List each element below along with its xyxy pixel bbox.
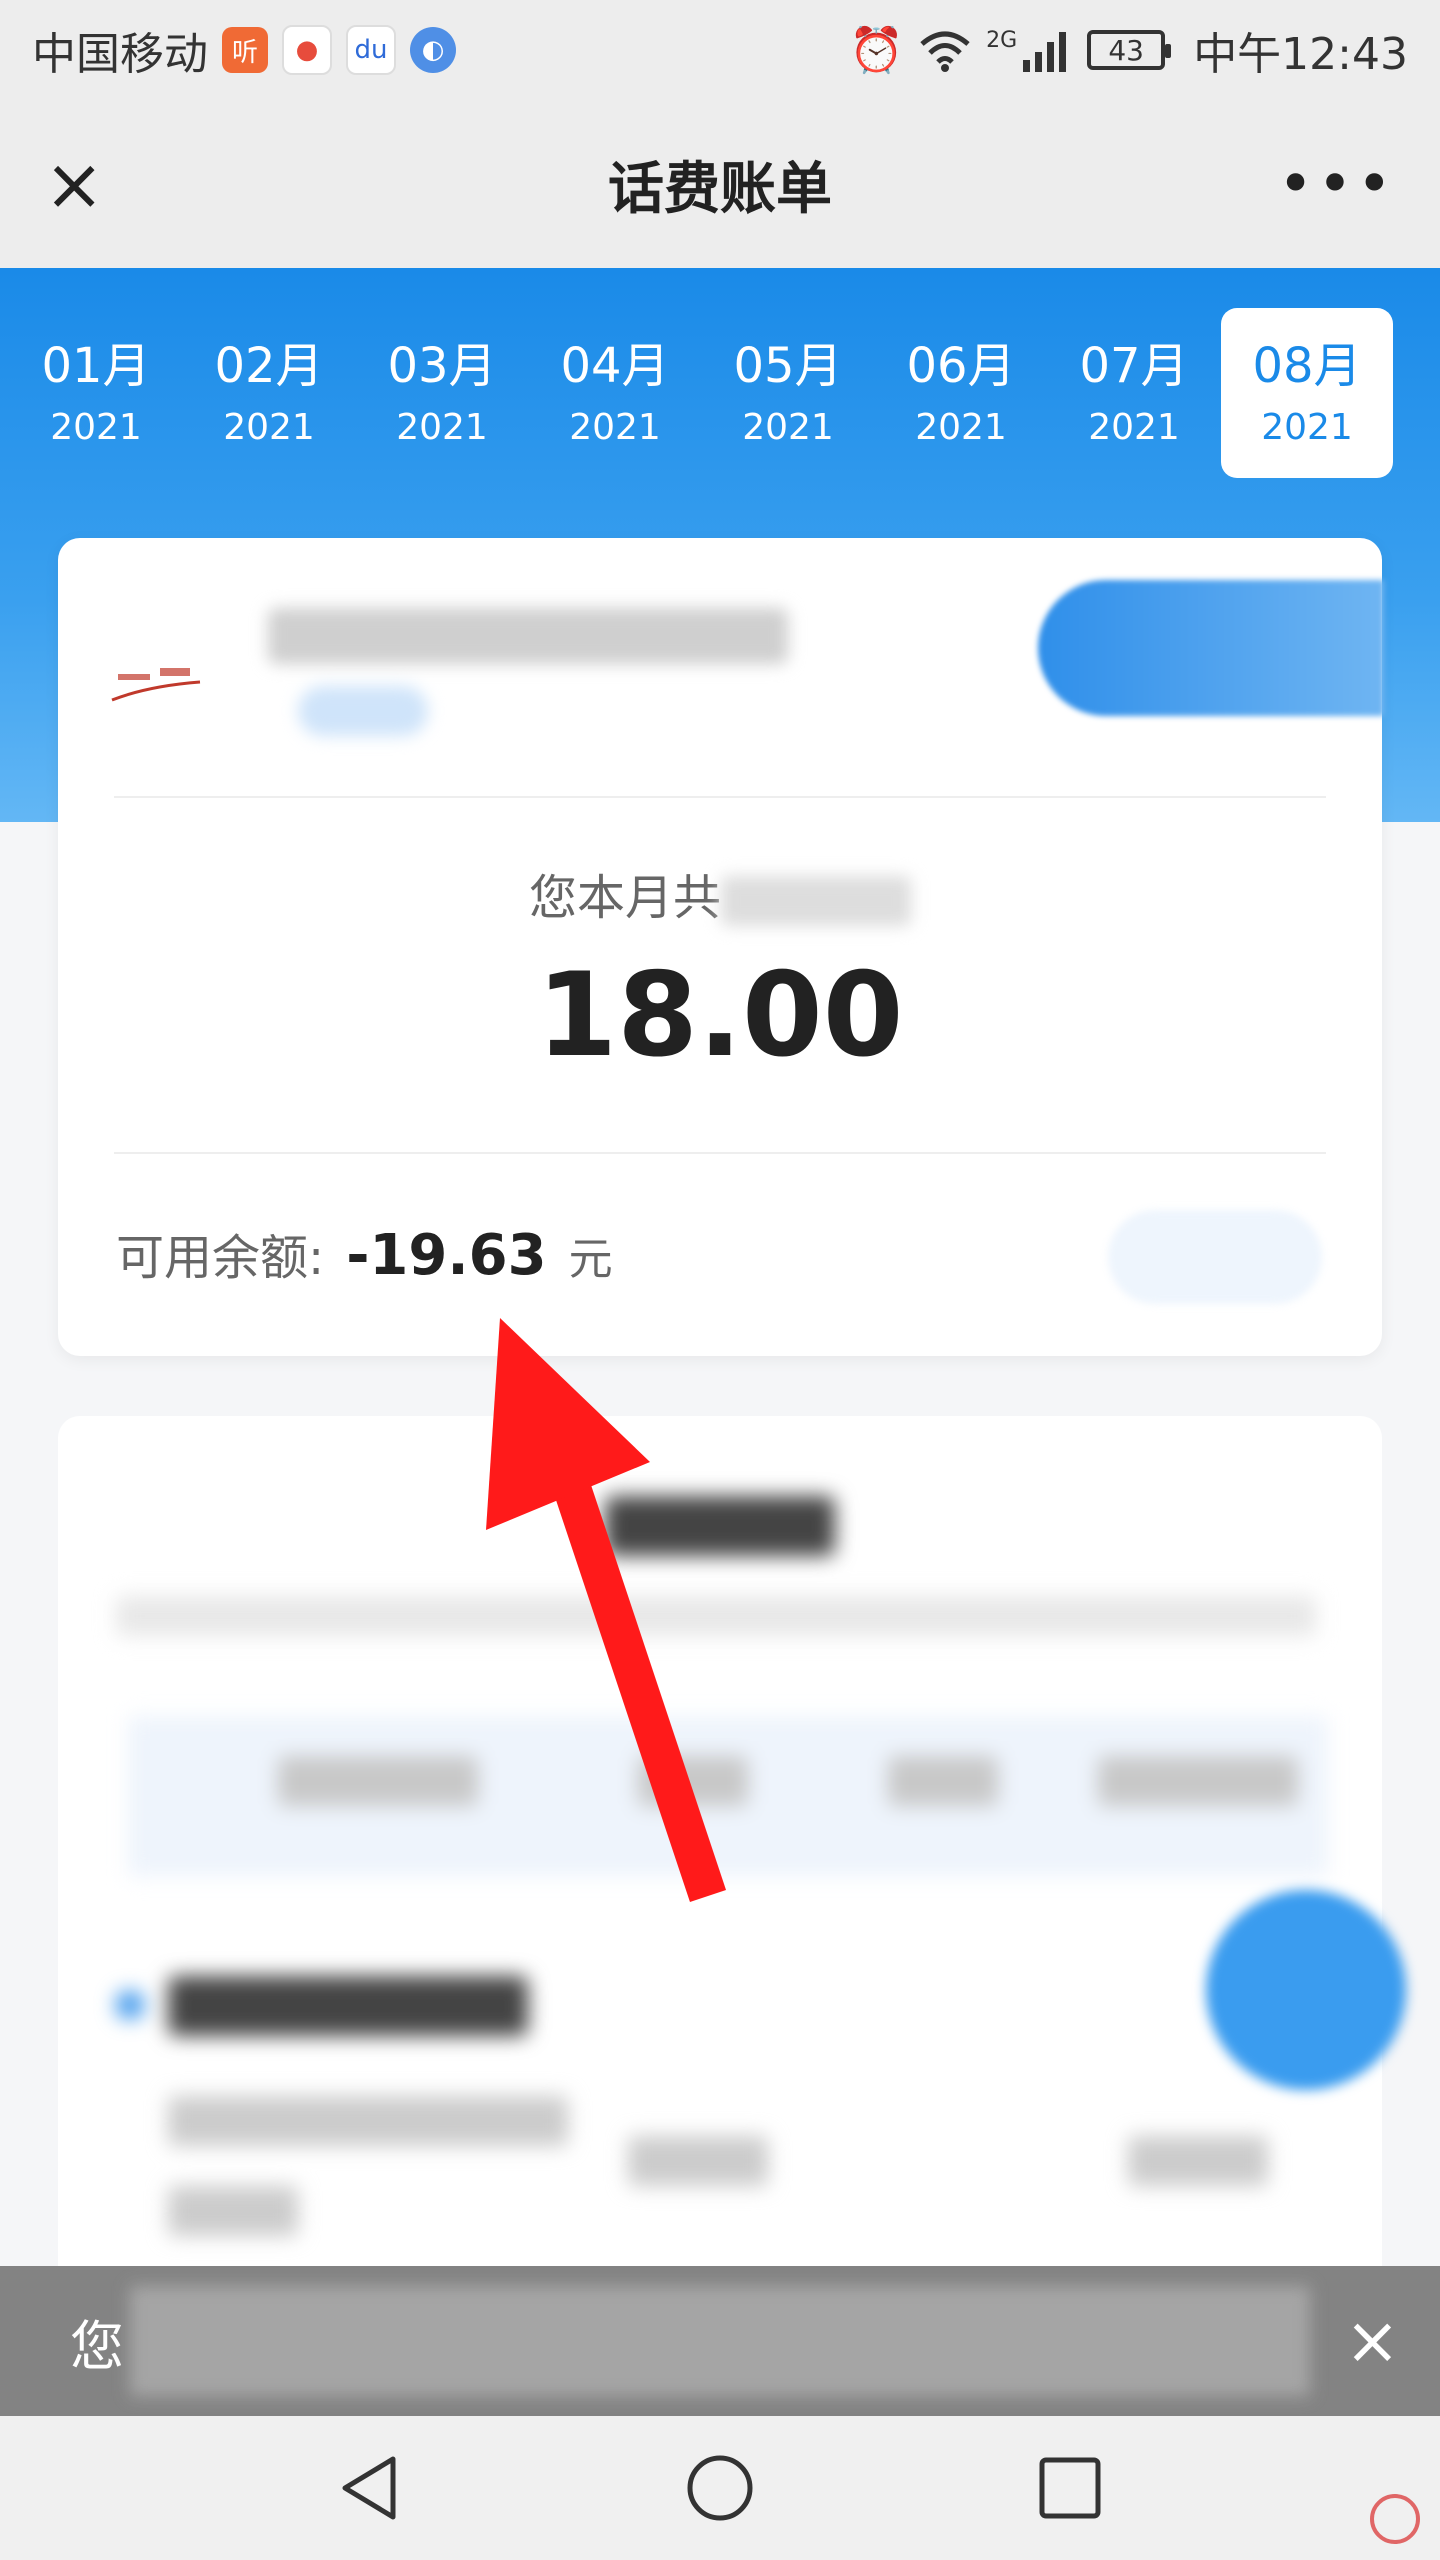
notice-toast[interactable]: 您 × xyxy=(0,2266,1440,2416)
tab-month-label: 07月 xyxy=(1079,337,1189,394)
tab-month-03[interactable]: 03月 2021 xyxy=(356,308,528,478)
table-row xyxy=(168,2096,568,2146)
tab-year-label: 2021 xyxy=(1088,407,1180,449)
bill-summary-card: 您本月共 18.00 可用余额: -19.63 元 xyxy=(58,538,1384,1356)
toast-content-redacted xyxy=(130,2286,1310,2396)
close-icon[interactable]: × xyxy=(1345,2308,1400,2374)
divider xyxy=(114,796,1326,798)
listen-app-icon: 听 xyxy=(222,27,268,73)
tab-month-label: 06月 xyxy=(906,337,1016,394)
status-bar-left: 中国移动 听 ● du ◐ xyxy=(32,18,456,82)
alarm-icon: ⏰ xyxy=(849,25,905,76)
section-title-redacted xyxy=(168,1976,528,2036)
table-header-cell xyxy=(888,1756,998,1806)
system-nav-bar xyxy=(0,2416,1440,2560)
map-app-icon: ● xyxy=(282,25,332,75)
recents-icon[interactable] xyxy=(1030,2448,1110,2528)
network-type-label: 2G xyxy=(986,28,1018,53)
wifi-icon xyxy=(920,31,970,72)
section-dot xyxy=(116,1991,144,2019)
detail-period-redacted xyxy=(116,1596,1316,1636)
account-header xyxy=(58,538,1384,796)
account-name-redacted xyxy=(268,608,788,664)
battery-icon: 43 xyxy=(1087,30,1172,70)
nav-bar: × 话费账单 ••• xyxy=(0,100,1440,268)
table-header-cell xyxy=(638,1756,748,1806)
balance-value: -19.63 xyxy=(346,1223,547,1288)
tab-month-label: 03月 xyxy=(387,337,497,394)
signal-icon xyxy=(1023,32,1067,72)
monthly-spent-label: 您本月共 xyxy=(58,858,1382,928)
tab-year-label: 2021 xyxy=(223,407,315,449)
browser-app-icon: ◐ xyxy=(410,27,456,73)
watermark-logo-icon xyxy=(1370,2494,1420,2544)
back-icon[interactable] xyxy=(330,2448,410,2528)
table-row xyxy=(168,2186,298,2236)
status-bar: 中国移动 听 ● du ◐ ⏰ 2G 43 中午12:43 xyxy=(0,0,1440,100)
tab-month-label: 04月 xyxy=(560,337,670,394)
tab-month-label: 08月 xyxy=(1252,337,1362,394)
table-header-cell xyxy=(1098,1756,1298,1806)
tab-month-02[interactable]: 02月 2021 xyxy=(183,308,355,478)
tab-year-label: 2021 xyxy=(50,407,142,449)
tab-month-04[interactable]: 04月 2021 xyxy=(529,308,701,478)
site-watermark xyxy=(1370,2494,1420,2544)
close-icon[interactable]: × xyxy=(44,148,104,220)
tab-month-label: 02月 xyxy=(214,337,324,394)
service-button-redacted[interactable] xyxy=(1038,580,1384,716)
home-icon[interactable] xyxy=(680,2448,760,2528)
tab-month-08[interactable]: 08月 2021 xyxy=(1221,308,1393,478)
tab-year-label: 2021 xyxy=(569,407,661,449)
clock-label: 中午12:43 xyxy=(1193,29,1408,80)
floating-action-button-redacted[interactable] xyxy=(1206,1890,1406,2090)
baidu-app-icon: du xyxy=(346,25,396,75)
table-header-cell xyxy=(278,1756,478,1806)
tab-month-label: 01月 xyxy=(41,337,151,394)
balance-label: 可用余额: xyxy=(116,1230,325,1286)
carrier-label: 中国移动 xyxy=(32,29,208,80)
divider xyxy=(114,1152,1326,1154)
monthly-spent-amount: 18.00 xyxy=(536,948,904,1083)
tab-month-label: 05月 xyxy=(733,337,843,394)
toast-text: 您 xyxy=(70,2314,124,2378)
month-tabs: 01月 2021 02月 2021 03月 2021 04月 2021 05月 … xyxy=(0,308,1440,478)
more-options-icon[interactable]: ••• xyxy=(1278,149,1396,219)
tab-month-07[interactable]: 07月 2021 xyxy=(1048,308,1220,478)
balance-row: 可用余额: -19.63 元 xyxy=(116,1218,613,1288)
page: 中国移动 听 ● du ◐ ⏰ 2G 43 中午12:43 × 话费账单 •••… xyxy=(0,0,1440,2560)
tab-year-label: 2021 xyxy=(915,407,1007,449)
table-row xyxy=(628,2136,768,2186)
recharge-button-redacted[interactable] xyxy=(1108,1210,1322,1304)
tab-month-01[interactable]: 01月 2021 xyxy=(10,308,182,478)
tab-year-label: 2021 xyxy=(742,407,834,449)
balance-unit: 元 xyxy=(568,1234,613,1285)
tab-year-label: 2021 xyxy=(396,407,488,449)
table-row xyxy=(1128,2136,1268,2186)
redacted-text xyxy=(721,876,911,926)
account-badge-redacted xyxy=(298,686,428,736)
tab-month-05[interactable]: 05月 2021 xyxy=(702,308,874,478)
detail-title-redacted xyxy=(58,1496,1382,1566)
operator-logo xyxy=(108,638,204,718)
tab-month-06[interactable]: 06月 2021 xyxy=(875,308,1047,478)
monthly-spent-text: 您本月共 xyxy=(528,870,721,926)
page-title: 话费账单 xyxy=(608,156,832,222)
tab-year-label: 2021 xyxy=(1261,407,1353,449)
status-bar-right: ⏰ 2G 43 中午12:43 xyxy=(849,18,1408,82)
